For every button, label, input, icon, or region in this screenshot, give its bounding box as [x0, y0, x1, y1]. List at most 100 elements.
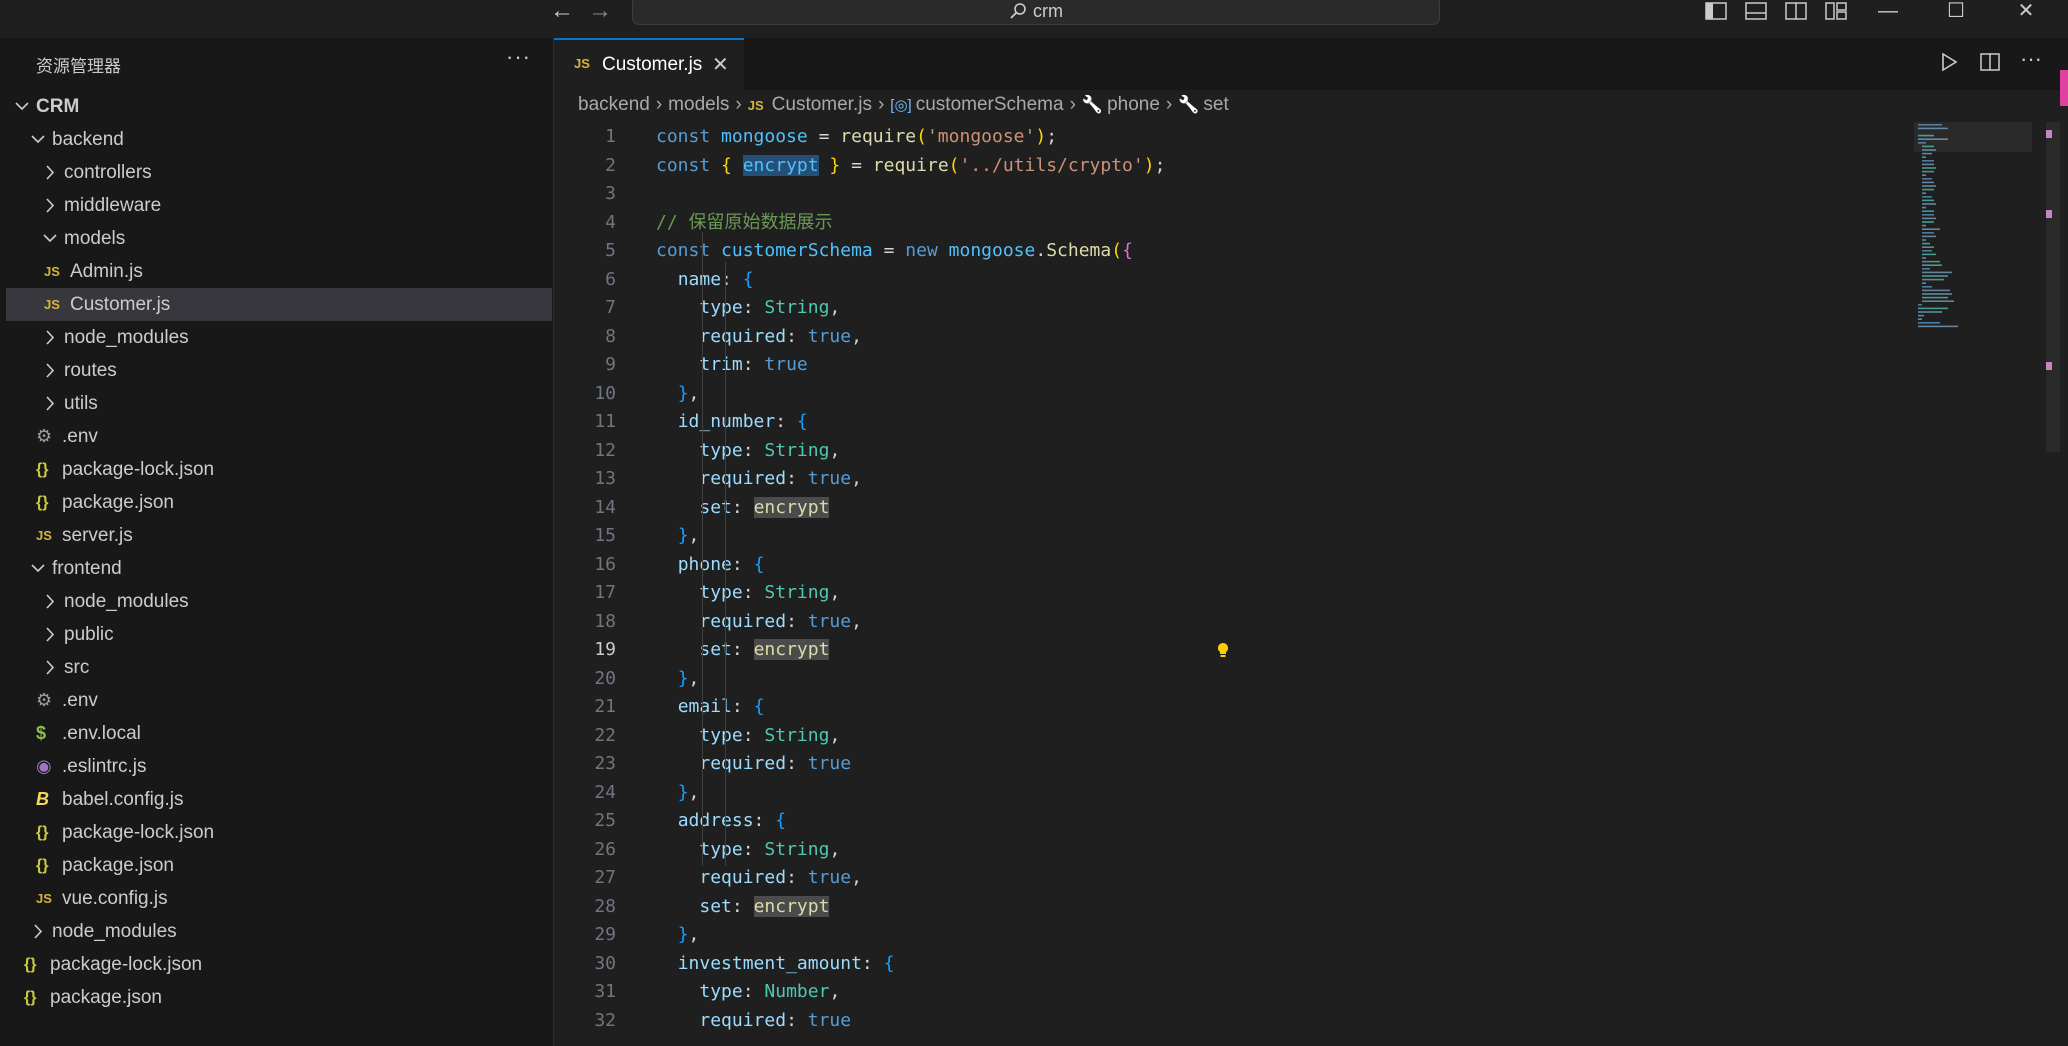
code-line[interactable]: 2 const { encrypt } = require('../utils/c… — [554, 152, 1914, 181]
code-line[interactable]: 3 — [554, 180, 1914, 209]
more-actions-icon[interactable]: ··· — [506, 44, 531, 70]
minimap[interactable] — [1914, 122, 2046, 332]
code-line[interactable]: 9 trim: true — [554, 351, 1914, 380]
code-line[interactable]: 15 }, — [554, 522, 1914, 551]
code-line[interactable]: 23 required: true — [554, 750, 1914, 779]
tree-item[interactable]: frontend — [6, 552, 552, 585]
chevron-right-icon — [46, 594, 55, 609]
tree-item[interactable]: ⚙ .env — [6, 684, 552, 717]
js-file-icon: JS — [747, 97, 764, 113]
toggle-panel-icon[interactable] — [1745, 2, 1767, 20]
code-line[interactable]: 25 address: { — [554, 807, 1914, 836]
tree-item[interactable]: JS server.js — [6, 519, 552, 552]
tree-item[interactable]: CRM — [6, 90, 552, 123]
close-icon[interactable]: ✕ — [2006, 0, 2046, 24]
tree-item[interactable]: {} package-lock.json — [6, 453, 552, 486]
minimize-icon[interactable]: — — [1868, 0, 1908, 24]
tree-item[interactable]: {} package.json — [6, 486, 552, 519]
code-line[interactable]: 22 type: String, — [554, 722, 1914, 751]
code-line[interactable]: 31 type: Number, — [554, 978, 1914, 1007]
minimap-line — [1922, 221, 1934, 223]
code-line[interactable]: 26 type: String, — [554, 836, 1914, 865]
tree-item[interactable]: node_modules — [6, 585, 552, 618]
code-line[interactable]: 7 type: String, — [554, 294, 1914, 323]
tree-item[interactable]: {} package.json — [6, 849, 552, 882]
code-line[interactable]: 5 const customerSchema = new mongoose.Sch… — [554, 237, 1914, 266]
tree-item[interactable]: node_modules — [6, 915, 552, 948]
code-line[interactable]: 10 }, — [554, 380, 1914, 409]
tree-item[interactable]: {} package.json — [6, 981, 552, 1014]
code-line[interactable]: 28 set: encrypt — [554, 893, 1914, 922]
tree-item-label: .env — [62, 690, 98, 711]
breadcrumb-item[interactable]: 🔧 phone — [1082, 94, 1160, 115]
tree-item[interactable]: JS Customer.js — [6, 288, 552, 321]
tree-item[interactable]: node_modules — [6, 321, 552, 354]
maximize-icon[interactable]: ☐ — [1936, 0, 1976, 24]
tree-item[interactable]: routes — [6, 354, 552, 387]
tree-item[interactable]: Bbabel.config.js — [6, 783, 552, 816]
split-editor-icon[interactable] — [1980, 52, 2000, 78]
breadcrumb-item[interactable]: JS Customer.js — [748, 94, 872, 115]
tree-item[interactable]: {} package-lock.json — [6, 948, 552, 981]
chevron-right-icon — [46, 198, 55, 213]
tree-item[interactable]: src — [6, 651, 552, 684]
code-line[interactable]: 20 }, — [554, 665, 1914, 694]
breadcrumb-item[interactable]: [◎] customerSchema — [890, 94, 1063, 115]
line-number: 1 — [605, 126, 616, 147]
code-text: type: String, — [699, 838, 841, 860]
toggle-primary-sidebar-icon[interactable] — [1705, 2, 1727, 20]
code-line[interactable]: 17 type: String, — [554, 579, 1914, 608]
code-line[interactable]: 13 required: true, — [554, 465, 1914, 494]
tree-item[interactable]: JS Admin.js — [6, 255, 552, 288]
code-line[interactable]: 19 set: encrypt — [554, 636, 1914, 665]
tree-item[interactable]: $ .env.local — [6, 717, 552, 750]
tree-item[interactable]: JS vue.config.js — [6, 882, 552, 915]
line-number: 7 — [605, 297, 616, 318]
tree-item[interactable]: public — [6, 618, 552, 651]
arrow-left-icon[interactable]: ← — [550, 0, 574, 24]
tree-item[interactable]: utils — [6, 387, 552, 420]
minimap-line — [1918, 124, 1942, 126]
code-line[interactable]: 4 // 保留原始数据展示 — [554, 209, 1914, 238]
tree-item[interactable]: controllers — [6, 156, 552, 189]
toggle-secondary-sidebar-icon[interactable] — [1785, 2, 1807, 20]
command-center-search[interactable]: crm — [632, 0, 1440, 25]
code-editor[interactable]: 1 const mongoose = require('mongoose'); 2 c… — [554, 123, 1914, 1046]
vertical-scrollbar[interactable] — [2046, 122, 2060, 452]
tab-customer-js[interactable]: JS Customer.js ✕ — [554, 38, 744, 90]
code-line[interactable]: 18 required: true, — [554, 608, 1914, 637]
code-line[interactable]: 32 required: true — [554, 1007, 1914, 1036]
line-number: 25 — [594, 810, 616, 831]
tree-item[interactable]: backend — [6, 123, 552, 156]
code-line[interactable]: 8 required: true, — [554, 323, 1914, 352]
run-icon[interactable] — [1940, 52, 1958, 78]
minimap-slider[interactable] — [1914, 122, 2032, 152]
line-number: 26 — [594, 838, 616, 860]
code-line[interactable]: 30 investment_amount: { — [554, 950, 1914, 979]
code-line[interactable]: 29 }, — [554, 921, 1914, 950]
lightbulb-icon[interactable] — [1216, 642, 1230, 658]
code-line[interactable]: 1 const mongoose = require('mongoose'); — [554, 123, 1914, 152]
close-tab-icon[interactable]: ✕ — [712, 52, 729, 77]
tree-item[interactable]: middleware — [6, 189, 552, 222]
customize-layout-icon[interactable] — [1825, 2, 1847, 20]
tree-item[interactable]: ⚙ .env — [6, 420, 552, 453]
code-line[interactable]: 6 name: { — [554, 266, 1914, 295]
breadcrumb-item[interactable]: models — [668, 94, 729, 115]
minimap-line — [1918, 307, 1948, 310]
code-line[interactable]: 27 required: true, — [554, 864, 1914, 893]
tree-item[interactable]: ◉ .eslintrc.js — [6, 750, 552, 783]
code-line[interactable]: 12 type: String, — [554, 437, 1914, 466]
editor-more-actions-icon[interactable]: ··· — [2020, 46, 2042, 72]
code-line[interactable]: 11 id_number: { — [554, 408, 1914, 437]
code-line[interactable]: 21 email: { — [554, 693, 1914, 722]
code-line[interactable]: 14 set: encrypt — [554, 494, 1914, 523]
tree-item-label: public — [64, 624, 114, 645]
tree-item[interactable]: models — [6, 222, 552, 255]
breadcrumb-item[interactable]: backend — [578, 94, 650, 115]
breadcrumb-item[interactable]: 🔧 set — [1178, 94, 1229, 115]
code-line[interactable]: 16 phone: { — [554, 551, 1914, 580]
arrow-right-icon[interactable]: → — [588, 0, 612, 24]
tree-item[interactable]: {} package-lock.json — [6, 816, 552, 849]
code-line[interactable]: 24 }, — [554, 779, 1914, 808]
